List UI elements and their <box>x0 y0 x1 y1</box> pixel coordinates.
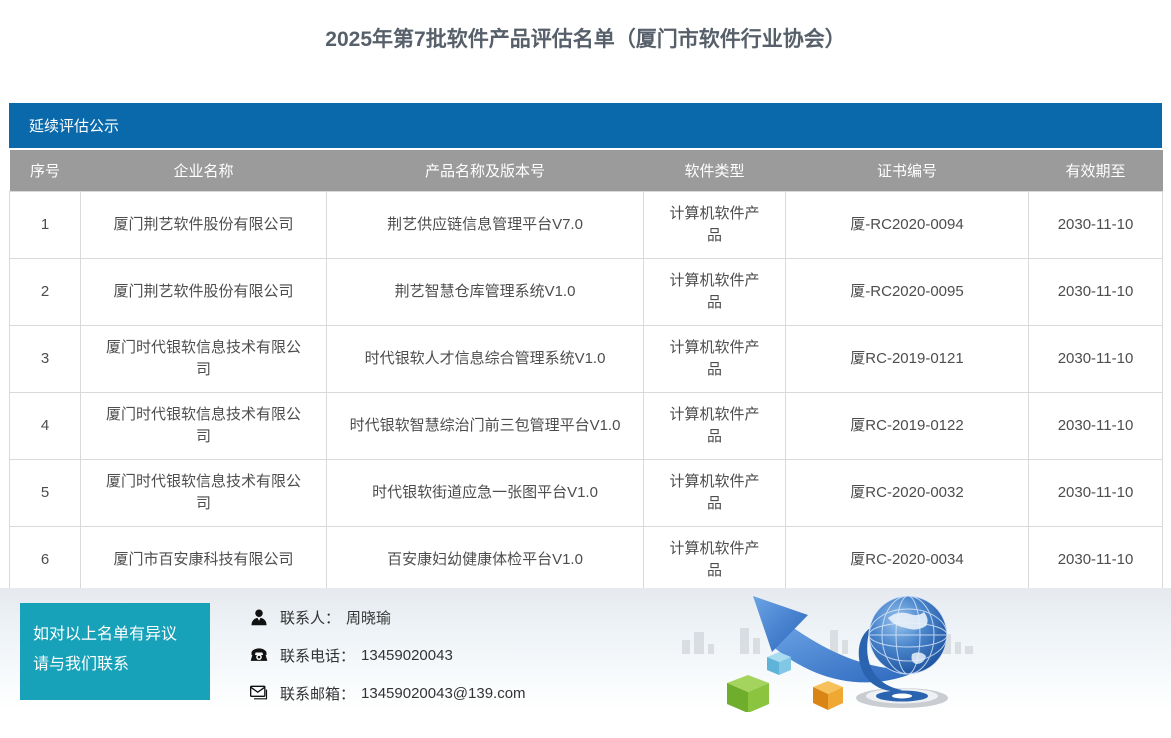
table-cell: 2030-11-10 <box>1029 459 1163 526</box>
table-cell: 计算机软件产品 <box>644 392 786 459</box>
globe <box>869 596 947 674</box>
table-row: 3厦门时代银软信息技术有限公司时代银软人才信息综合管理系统V1.0计算机软件产品… <box>10 325 1163 392</box>
table-cell: 厦门时代银软信息技术有限公司 <box>81 392 327 459</box>
table-cell: 厦门市百安康科技有限公司 <box>81 526 327 593</box>
column-header: 软件类型 <box>644 150 786 191</box>
table-cell: 2030-11-10 <box>1029 392 1163 459</box>
column-header: 序号 <box>10 150 81 191</box>
table-cell: 2030-11-10 <box>1029 526 1163 593</box>
table-cell: 2030-11-10 <box>1029 191 1163 258</box>
section-header-label: 延续评估公示 <box>29 118 119 135</box>
table-cell: 计算机软件产品 <box>644 258 786 325</box>
column-header: 产品名称及版本号 <box>327 150 644 191</box>
table-cell: 厦门时代银软信息技术有限公司 <box>81 325 327 392</box>
column-header: 企业名称 <box>81 150 327 191</box>
email-icon <box>248 682 270 704</box>
table-row: 5厦门时代银软信息技术有限公司时代银软街道应急一张图平台V1.0计算机软件产品厦… <box>10 459 1163 526</box>
globe-arrow-graphic <box>620 588 1020 712</box>
table-row: 4厦门时代银软信息技术有限公司时代银软智慧综治门前三包管理平台V1.0计算机软件… <box>10 392 1163 459</box>
contact-list: 联系人： 周晓瑜 联系电话： 13459020043 <box>248 604 526 718</box>
table-cell: 2030-11-10 <box>1029 258 1163 325</box>
footer-banner: 如对以上名单有异议 请与我们联系 联系人： 周晓瑜 <box>0 588 1171 712</box>
page: 2025年第7批软件产品评估名单（厦门市软件行业协会） 延续评估公示 序号企业名… <box>0 0 1171 738</box>
notice-line2: 请与我们联系 <box>33 650 210 680</box>
table-cell: 5 <box>10 459 81 526</box>
contact-person-value: 周晓瑜 <box>346 607 391 628</box>
table-cell: 计算机软件产品 <box>644 191 786 258</box>
notice-line1: 如对以上名单有异议 <box>33 620 210 650</box>
table-cell: 3 <box>10 325 81 392</box>
table-header-row: 序号企业名称产品名称及版本号软件类型证书编号有效期至 <box>10 150 1163 191</box>
table-row: 2厦门荆艺软件股份有限公司荆艺智慧仓库管理系统V1.0计算机软件产品厦-RC20… <box>10 258 1163 325</box>
globe-base <box>856 688 948 708</box>
green-cube <box>727 675 769 712</box>
table-cell: 时代银软人才信息综合管理系统V1.0 <box>327 325 644 392</box>
table-row: 1厦门荆艺软件股份有限公司荆艺供应链信息管理平台V7.0计算机软件产品厦-RC2… <box>10 191 1163 258</box>
table-cell: 时代银软街道应急一张图平台V1.0 <box>327 459 644 526</box>
table-cell: 厦RC-2019-0122 <box>786 392 1029 459</box>
section-header-bar: 延续评估公示 <box>9 103 1162 150</box>
table-cell: 厦RC-2020-0034 <box>786 526 1029 593</box>
contact-person-label: 联系人： <box>280 607 340 628</box>
contact-phone-row: 联系电话： 13459020043 <box>248 642 526 668</box>
table-cell: 厦门荆艺软件股份有限公司 <box>81 191 327 258</box>
column-header: 证书编号 <box>786 150 1029 191</box>
table-cell: 百安康妇幼健康体检平台V1.0 <box>327 526 644 593</box>
page-title: 2025年第7批软件产品评估名单（厦门市软件行业协会） <box>0 0 1171 54</box>
contact-email-row: 联系邮箱： 13459020043@139.com <box>248 680 526 706</box>
table-cell: 厦RC-2020-0032 <box>786 459 1029 526</box>
table-cell: 4 <box>10 392 81 459</box>
table-cell: 厦门荆艺软件股份有限公司 <box>81 258 327 325</box>
orange-cube <box>813 681 843 710</box>
table-cell: 1 <box>10 191 81 258</box>
table-row: 6厦门市百安康科技有限公司百安康妇幼健康体检平台V1.0计算机软件产品厦RC-2… <box>10 526 1163 593</box>
table-cell: 荆艺智慧仓库管理系统V1.0 <box>327 258 644 325</box>
table-cell: 荆艺供应链信息管理平台V7.0 <box>327 191 644 258</box>
person-icon <box>248 606 270 628</box>
table-cell: 厦-RC2020-0095 <box>786 258 1029 325</box>
contact-person-row: 联系人： 周晓瑜 <box>248 604 526 630</box>
table-cell: 2 <box>10 258 81 325</box>
contact-email-value: 13459020043@139.com <box>361 685 526 702</box>
contact-phone-label: 联系电话： <box>280 645 355 666</box>
contact-email-label: 联系邮箱： <box>280 683 355 704</box>
table-cell: 厦RC-2019-0121 <box>786 325 1029 392</box>
contact-phone-value: 13459020043 <box>361 647 453 664</box>
table-cell: 厦门时代银软信息技术有限公司 <box>81 459 327 526</box>
table-cell: 厦-RC2020-0094 <box>786 191 1029 258</box>
table-cell: 时代银软智慧综治门前三包管理平台V1.0 <box>327 392 644 459</box>
phone-icon <box>248 644 270 666</box>
evaluation-table: 序号企业名称产品名称及版本号软件类型证书编号有效期至 1厦门荆艺软件股份有限公司… <box>9 150 1163 661</box>
table-cell: 计算机软件产品 <box>644 526 786 593</box>
table-cell: 计算机软件产品 <box>644 459 786 526</box>
column-header: 有效期至 <box>1029 150 1163 191</box>
table-cell: 6 <box>10 526 81 593</box>
table-cell: 计算机软件产品 <box>644 325 786 392</box>
dispute-notice-box: 如对以上名单有异议 请与我们联系 <box>20 603 210 700</box>
table-cell: 2030-11-10 <box>1029 325 1163 392</box>
